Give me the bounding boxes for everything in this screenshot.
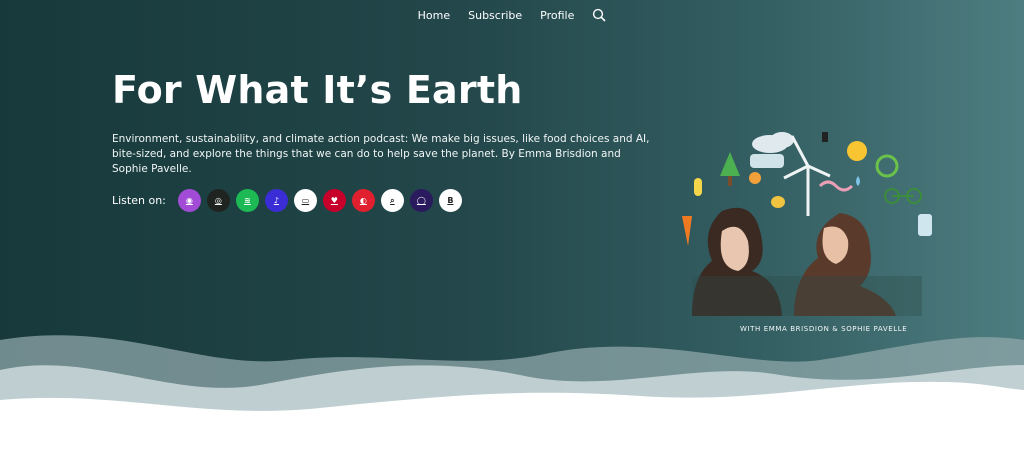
page-title: For What It’s Earth bbox=[112, 68, 523, 112]
platform-links: ◉ ◎ ≋ ♪ ▭ ♥ ◐ ⌕ ◯ B bbox=[177, 189, 462, 213]
amazon-music-icon[interactable]: ♪ bbox=[264, 189, 288, 213]
pocket-casts-icon[interactable]: ▭ bbox=[293, 189, 317, 213]
top-nav: Home Subscribe Profile bbox=[0, 8, 1024, 22]
hero: For What It’s Earth Environment, sustain… bbox=[112, 68, 652, 213]
wave-footer bbox=[0, 335, 1024, 456]
overcast-icon[interactable]: ◎ bbox=[206, 189, 230, 213]
podcast-description: Environment, sustainability, and climate… bbox=[112, 132, 650, 176]
podbean-icon[interactable]: ◯ bbox=[409, 189, 433, 213]
nav-home[interactable]: Home bbox=[418, 9, 450, 22]
iheartradio-icon[interactable]: ♥ bbox=[322, 189, 346, 213]
apple-podcasts-icon[interactable]: ◉ bbox=[177, 189, 201, 213]
search-icon[interactable] bbox=[592, 8, 606, 22]
spotify-icon[interactable]: ≋ bbox=[235, 189, 259, 213]
podcast-addict-icon[interactable]: ⌕ bbox=[380, 189, 404, 213]
nav-subscribe[interactable]: Subscribe bbox=[468, 9, 522, 22]
breaker-icon[interactable]: B bbox=[438, 189, 462, 213]
listen-on-row: Listen on: ◉ ◎ ≋ ♪ ▭ ♥ ◐ ⌕ ◯ B bbox=[112, 189, 652, 213]
nav-profile[interactable]: Profile bbox=[540, 9, 574, 22]
podcast-artwork bbox=[682, 126, 942, 341]
castbox-icon[interactable]: ◐ bbox=[351, 189, 375, 213]
listen-on-label: Listen on: bbox=[112, 194, 166, 208]
